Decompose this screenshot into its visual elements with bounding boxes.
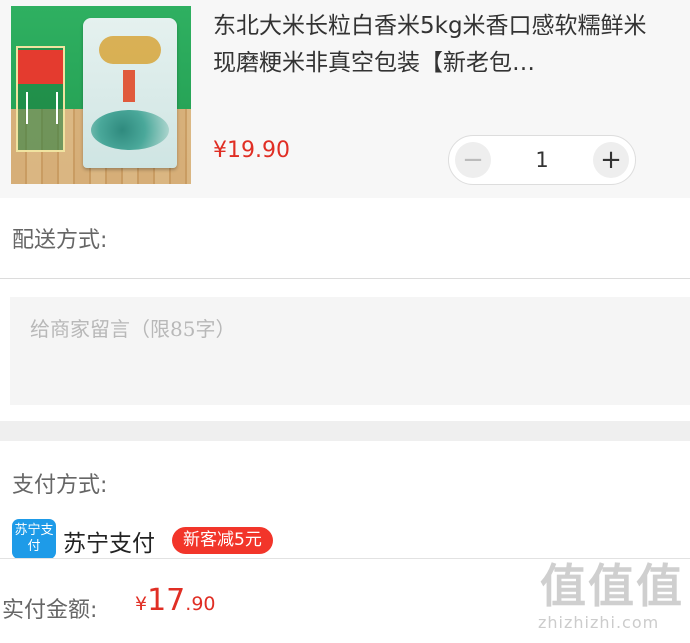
total-integer: 17	[147, 583, 186, 618]
quantity-value[interactable]: 1	[509, 136, 575, 184]
total-label: 实付金额:	[2, 598, 98, 623]
new-customer-promo-badge: 新客减5元	[172, 527, 273, 554]
delivery-label: 配送方式:	[12, 228, 108, 253]
product-title[interactable]: 东北大米长粒白香米5kg米香口感软糯鲜米现磨粳米非真空包装【新老包…	[213, 8, 653, 82]
suning-pay-logo: 苏宁支付	[12, 519, 56, 559]
payment-option-suning[interactable]: 苏宁支付 苏宁支付 新客减5元	[12, 517, 412, 561]
quantity-stepper: − 1 +	[448, 135, 636, 185]
image-bag-stamp	[123, 70, 135, 102]
message-to-seller-input[interactable]	[10, 297, 690, 405]
product-price: ¥19.90	[213, 138, 290, 163]
image-origin-badge	[16, 46, 65, 152]
image-badge-main	[26, 92, 58, 124]
total-amount: ¥17.90	[135, 583, 216, 618]
image-bag-brand	[99, 36, 161, 64]
decrease-quantity-button[interactable]: −	[455, 142, 491, 178]
product-image[interactable]	[11, 6, 191, 184]
total-decimal: .90	[185, 593, 216, 615]
image-rice-bag	[83, 18, 177, 168]
image-bag-illustration	[91, 110, 169, 150]
watermark-logo: 值值值	[540, 559, 684, 613]
increase-quantity-button[interactable]: +	[593, 142, 629, 178]
watermark: 值值值 zhizhizhi.com	[530, 561, 690, 642]
delivery-row[interactable]: 配送方式:	[0, 198, 690, 279]
payment-label: 支付方式:	[12, 473, 108, 498]
total-currency: ¥	[135, 593, 148, 615]
section-divider	[0, 421, 690, 441]
watermark-url: zhizhizhi.com	[538, 613, 660, 632]
payment-section: 支付方式: 苏宁支付 苏宁支付 新客减5元	[0, 441, 690, 559]
payment-method-name: 苏宁支付	[63, 531, 155, 557]
image-badge-top	[18, 50, 63, 84]
product-section: 东北大米长粒白香米5kg米香口感软糯鲜米现磨粳米非真空包装【新老包… ¥19.9…	[0, 0, 690, 198]
message-section	[0, 279, 690, 421]
